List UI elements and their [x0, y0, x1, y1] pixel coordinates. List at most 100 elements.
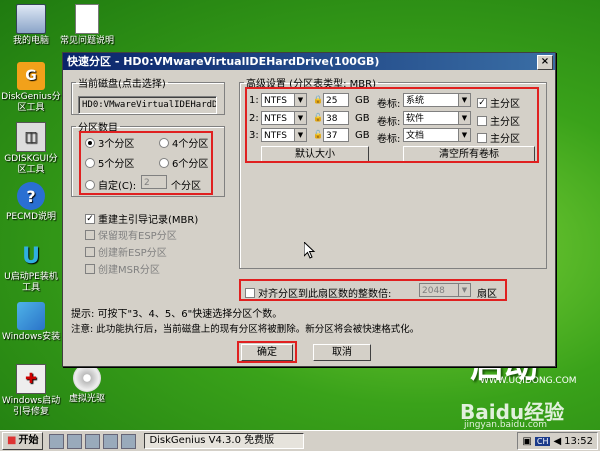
- radio-indicator: [85, 179, 95, 190]
- desktop-icon-diskgenius[interactable]: G DiskGenius分区工具: [0, 62, 62, 114]
- checkbox-indicator: [477, 115, 487, 126]
- radio-5-partitions[interactable]: 5个分区: [85, 155, 134, 170]
- checkbox-label: 创建MSR分区: [98, 265, 160, 276]
- select-value: NTFS: [264, 114, 287, 124]
- desktop-icon-boot-repair[interactable]: ✚ Windows启动引导修复: [0, 364, 62, 418]
- start-button[interactable]: ■ 开始: [2, 432, 44, 450]
- align-sectors-checkbox[interactable]: 对齐分区到此扇区数的整数倍:: [245, 285, 391, 300]
- rebuild-mbr-checkbox[interactable]: ✓ 重建主引导记录(MBR): [85, 211, 198, 226]
- disk-tool-icon: ◫: [16, 122, 46, 152]
- desktop-icon-label: 常见问题说明: [59, 36, 114, 46]
- partition-index: 2:: [249, 113, 259, 124]
- cancel-button[interactable]: 取消: [313, 344, 371, 361]
- chevron-down-icon: ▼: [458, 94, 470, 106]
- checkbox-label: 对齐分区到此扇区数的整数倍:: [258, 289, 392, 300]
- radio-label: 6个分区: [172, 159, 209, 170]
- desktop-icon-label: U启动PE装机工具: [4, 272, 58, 293]
- quick-launch-icon[interactable]: [67, 433, 83, 449]
- filesystem-select-1[interactable]: NTFS ▼: [261, 93, 307, 107]
- radio-3-partitions[interactable]: 3个分区: [85, 135, 134, 150]
- desktop-icon-pecmd[interactable]: ? PECMD说明: [0, 182, 62, 223]
- ime-indicator[interactable]: CH: [534, 436, 551, 446]
- checkbox-label: 重建主引导记录(MBR): [98, 215, 199, 226]
- desktop-icon-gdiskgui[interactable]: ◫ GDISKGUI分区工具: [0, 122, 62, 176]
- chevron-down-icon: ▼: [294, 112, 306, 124]
- radio-label: 3个分区: [98, 139, 135, 150]
- filesystem-select-3[interactable]: NTFS ▼: [261, 128, 307, 142]
- size-input-1[interactable]: 25: [323, 93, 349, 107]
- desktop-icon-label: PECMD说明: [5, 212, 57, 222]
- note-text: 注意: 此功能执行后，当前磁盘上的现有分区将被删除。新分区将会被快速格式化。: [71, 324, 420, 335]
- radio-custom[interactable]: 自定(C):: [85, 177, 136, 192]
- volume-label-select-3[interactable]: 文档 ▼: [403, 128, 471, 142]
- computer-icon: [16, 4, 46, 34]
- select-value: NTFS: [264, 131, 287, 141]
- tip-text: 提示: 可按下"3、4、5、6"快速选择分区个数。: [71, 309, 283, 320]
- radio-label: 4个分区: [172, 139, 209, 150]
- current-disk-field[interactable]: HD0:VMwareVirtualIDEHardDri: [78, 96, 217, 114]
- volume-label-caption: 卷标:: [377, 117, 401, 128]
- quick-partition-dialog: 快速分区 - HD0:VMwareVirtualIDEHardDrive(100…: [62, 52, 556, 367]
- close-button[interactable]: ×: [537, 55, 553, 70]
- desktop-icon-faq[interactable]: 常见问题说明: [56, 4, 118, 47]
- custom-count-unit: 个分区: [171, 181, 201, 192]
- radio-4-partitions[interactable]: 4个分区: [159, 135, 208, 150]
- size-unit: GB: [355, 113, 370, 124]
- primary-checkbox-1[interactable]: ✓ 主分区: [477, 95, 520, 110]
- desktop-icon-my-computer[interactable]: 我的电脑: [0, 4, 62, 47]
- checkbox-indicator: ✓: [477, 97, 487, 108]
- clear-labels-button[interactable]: 清空所有卷标: [403, 146, 535, 163]
- checkbox-indicator: [85, 229, 95, 240]
- ok-button[interactable]: 确定: [241, 344, 293, 361]
- align-sectors-unit: 扇区: [477, 289, 497, 300]
- taskbar: ■ 开始 DiskGenius V4.3.0 免费版 ▣ CH ◀ 13:52: [0, 430, 600, 451]
- chevron-down-icon: ▼: [294, 129, 306, 141]
- quick-launch-icon[interactable]: [121, 433, 137, 449]
- volume-icon[interactable]: ◀: [553, 436, 561, 447]
- volume-label-caption: 卷标:: [377, 134, 401, 145]
- keep-esp-checkbox[interactable]: 保留现有ESP分区: [85, 227, 177, 242]
- windows-icon: [17, 302, 45, 330]
- windows-logo-icon: ■: [7, 435, 17, 446]
- dialog-titlebar[interactable]: 快速分区 - HD0:VMwareVirtualIDEHardDrive(100…: [63, 53, 555, 70]
- quick-launch: [49, 433, 137, 449]
- select-value: 软件: [406, 114, 425, 124]
- network-icon[interactable]: ▣: [522, 436, 531, 447]
- desktop-icon-windows-install[interactable]: Windows安装: [0, 302, 62, 343]
- radio-indicator: [159, 157, 169, 168]
- chevron-down-icon: ▼: [458, 284, 470, 296]
- advanced-settings-legend: 高级设置 (分区表类型: MBR): [246, 79, 376, 90]
- desktop-icon-virtual-drive[interactable]: 虚拟光驱: [56, 364, 118, 405]
- watermark-url: jingyan.baidu.com: [464, 420, 548, 430]
- filesystem-select-2[interactable]: NTFS ▼: [261, 111, 307, 125]
- help-icon: ?: [17, 182, 45, 210]
- quick-launch-icon[interactable]: [103, 433, 119, 449]
- desktop-icon-label: 虚拟光驱: [68, 394, 105, 404]
- custom-count-spinner[interactable]: 2: [141, 175, 167, 189]
- desktop-icon-label: DiskGenius分区工具: [1, 92, 61, 113]
- radio-6-partitions[interactable]: 6个分区: [159, 155, 208, 170]
- desktop-icon-uqidong[interactable]: U U启动PE装机工具: [0, 242, 62, 294]
- create-msr-checkbox[interactable]: 创建MSR分区: [85, 261, 160, 276]
- quick-launch-icon[interactable]: [49, 433, 65, 449]
- taskbar-item-diskgenius[interactable]: DiskGenius V4.3.0 免费版: [144, 433, 305, 449]
- desktop-icon-label: Windows安装: [1, 332, 61, 342]
- quick-launch-icon[interactable]: [85, 433, 101, 449]
- current-disk-legend: 当前磁盘(点击选择): [78, 79, 166, 90]
- default-size-button[interactable]: 默认大小: [261, 146, 369, 163]
- dialog-title: 快速分区 - HD0:VMwareVirtualIDEHardDrive(100…: [67, 55, 380, 68]
- volume-label-select-2[interactable]: 软件 ▼: [403, 111, 471, 125]
- primary-checkbox-3[interactable]: 主分区: [477, 130, 520, 145]
- size-input-2[interactable]: 38: [323, 111, 349, 125]
- size-input-3[interactable]: 37: [323, 128, 349, 142]
- primary-checkbox-2[interactable]: 主分区: [477, 113, 520, 128]
- checkbox-indicator: ✓: [85, 213, 95, 224]
- align-sectors-select[interactable]: 2048 ▼: [419, 283, 471, 297]
- checkbox-label: 保留现有ESP分区: [98, 231, 177, 242]
- clock[interactable]: 13:52: [564, 436, 593, 447]
- checkbox-label: 主分区: [490, 117, 520, 128]
- volume-label-select-1[interactable]: 系统 ▼: [403, 93, 471, 107]
- select-value: 系统: [406, 96, 425, 106]
- create-esp-checkbox[interactable]: 创建新ESP分区: [85, 244, 167, 259]
- lock-icon: 🔒: [313, 95, 323, 104]
